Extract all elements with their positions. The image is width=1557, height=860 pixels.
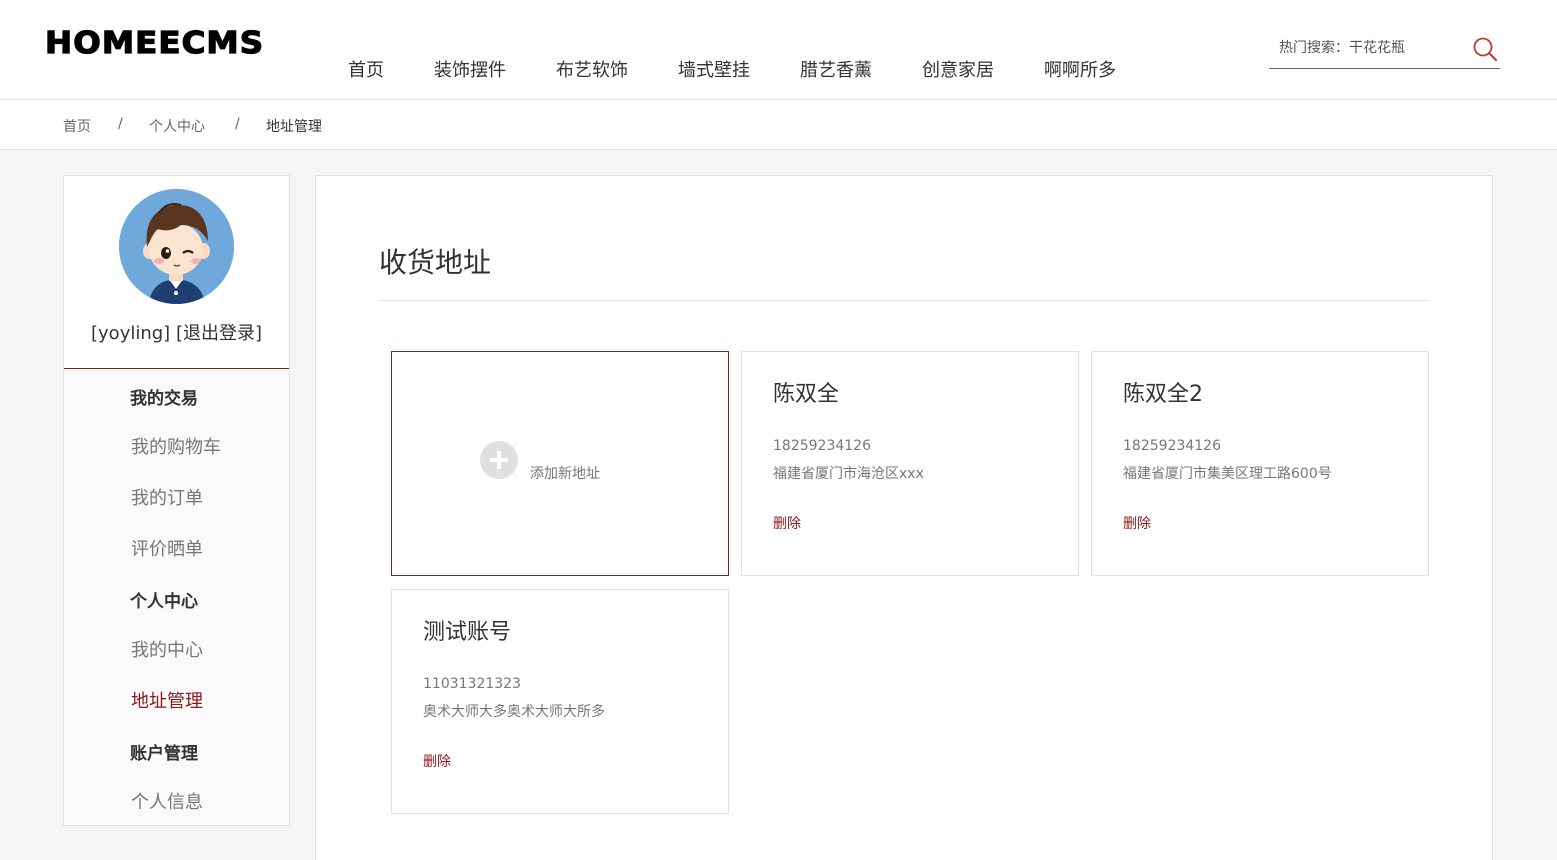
address-phone: 18259234126 [1123, 438, 1221, 454]
address-phone: 11031321323 [423, 676, 521, 692]
address-name: 陈双全 [773, 382, 840, 407]
breadcrumb-current: 地址管理 [266, 119, 322, 135]
sidebar-item-info[interactable]: 个人信息 [131, 788, 203, 814]
address-panel: 收货地址 添加新地址 陈双全 18259234126 福建省厦门市海沧区xxx … [315, 175, 1493, 860]
user-line: [yoyling] [退出登录] [64, 319, 289, 345]
avatar-illustration [119, 189, 234, 304]
address-detail: 奥术大师大多奥术大师大所多 [423, 704, 605, 720]
add-address-card[interactable]: 添加新地址 [391, 351, 729, 576]
sidebar-item-orders[interactable]: 我的订单 [131, 484, 203, 510]
nav-more[interactable]: 啊啊所多 [1044, 56, 1116, 82]
user-sidebar: [yoyling] [退出登录] 我的交易 我的购物车 我的订单 评价晒单 个人… [63, 175, 290, 826]
nav-wall[interactable]: 墙式壁挂 [678, 56, 750, 82]
address-detail: 福建省厦门市海沧区xxx [773, 466, 924, 482]
breadcrumb-separator: / [235, 116, 240, 132]
plus-icon [480, 441, 518, 479]
site-header: HOMEECMS 首页 装饰摆件 布艺软饰 墙式壁挂 腊艺香薰 创意家居 啊啊所… [0, 0, 1557, 100]
search-box [1269, 30, 1500, 69]
address-card: 陈双全 18259234126 福建省厦门市海沧区xxx 删除 [741, 351, 1079, 576]
nav-decor[interactable]: 装饰摆件 [434, 56, 506, 82]
username: [yoyling] [91, 323, 171, 344]
nav-home[interactable]: 首页 [348, 56, 384, 82]
sidebar-item-cart[interactable]: 我的购物车 [131, 433, 221, 459]
delete-address-button[interactable]: 删除 [773, 513, 801, 533]
menu-group-account: 账户管理 [130, 744, 198, 764]
nav-candle[interactable]: 腊艺香薰 [800, 56, 872, 82]
address-name: 测试账号 [423, 620, 512, 645]
delete-address-button[interactable]: 删除 [423, 751, 451, 771]
breadcrumb-parent[interactable]: 个人中心 [149, 116, 205, 136]
sidebar-item-address[interactable]: 地址管理 [131, 687, 203, 713]
delete-address-button[interactable]: 删除 [1123, 513, 1151, 533]
add-address-label: 添加新地址 [530, 466, 600, 482]
title-divider [379, 300, 1430, 301]
search-icon[interactable] [1472, 36, 1498, 62]
avatar [119, 189, 234, 304]
menu-group-personal: 个人中心 [130, 592, 198, 612]
main-nav: 首页 装饰摆件 布艺软饰 墙式壁挂 腊艺香薰 创意家居 啊啊所多 [348, 56, 1166, 82]
search-input[interactable] [1269, 30, 1459, 66]
sidebar-item-reviews[interactable]: 评价晒单 [131, 535, 203, 561]
address-name: 陈双全2 [1123, 382, 1203, 407]
logout-link[interactable]: [退出登录] [176, 323, 262, 344]
breadcrumb-separator: / [118, 116, 123, 132]
address-card: 测试账号 11031321323 奥术大师大多奥术大师大所多 删除 [391, 589, 729, 814]
sidebar-item-center[interactable]: 我的中心 [131, 636, 203, 662]
breadcrumb-home[interactable]: 首页 [63, 116, 91, 136]
page-title: 收货地址 [379, 246, 492, 279]
user-profile: [yoyling] [退出登录] [64, 176, 289, 369]
menu-group-trade: 我的交易 [130, 389, 198, 409]
nav-fabric[interactable]: 布艺软饰 [556, 56, 628, 82]
site-logo[interactable]: HOMEECMS [44, 25, 264, 61]
address-card: 陈双全2 18259234126 福建省厦门市集美区理工路600号 删除 [1091, 351, 1429, 576]
breadcrumb: 首页 / 个人中心 / 地址管理 [0, 100, 1557, 150]
address-detail: 福建省厦门市集美区理工路600号 [1123, 466, 1332, 482]
nav-creative[interactable]: 创意家居 [922, 56, 994, 82]
address-phone: 18259234126 [773, 438, 871, 454]
